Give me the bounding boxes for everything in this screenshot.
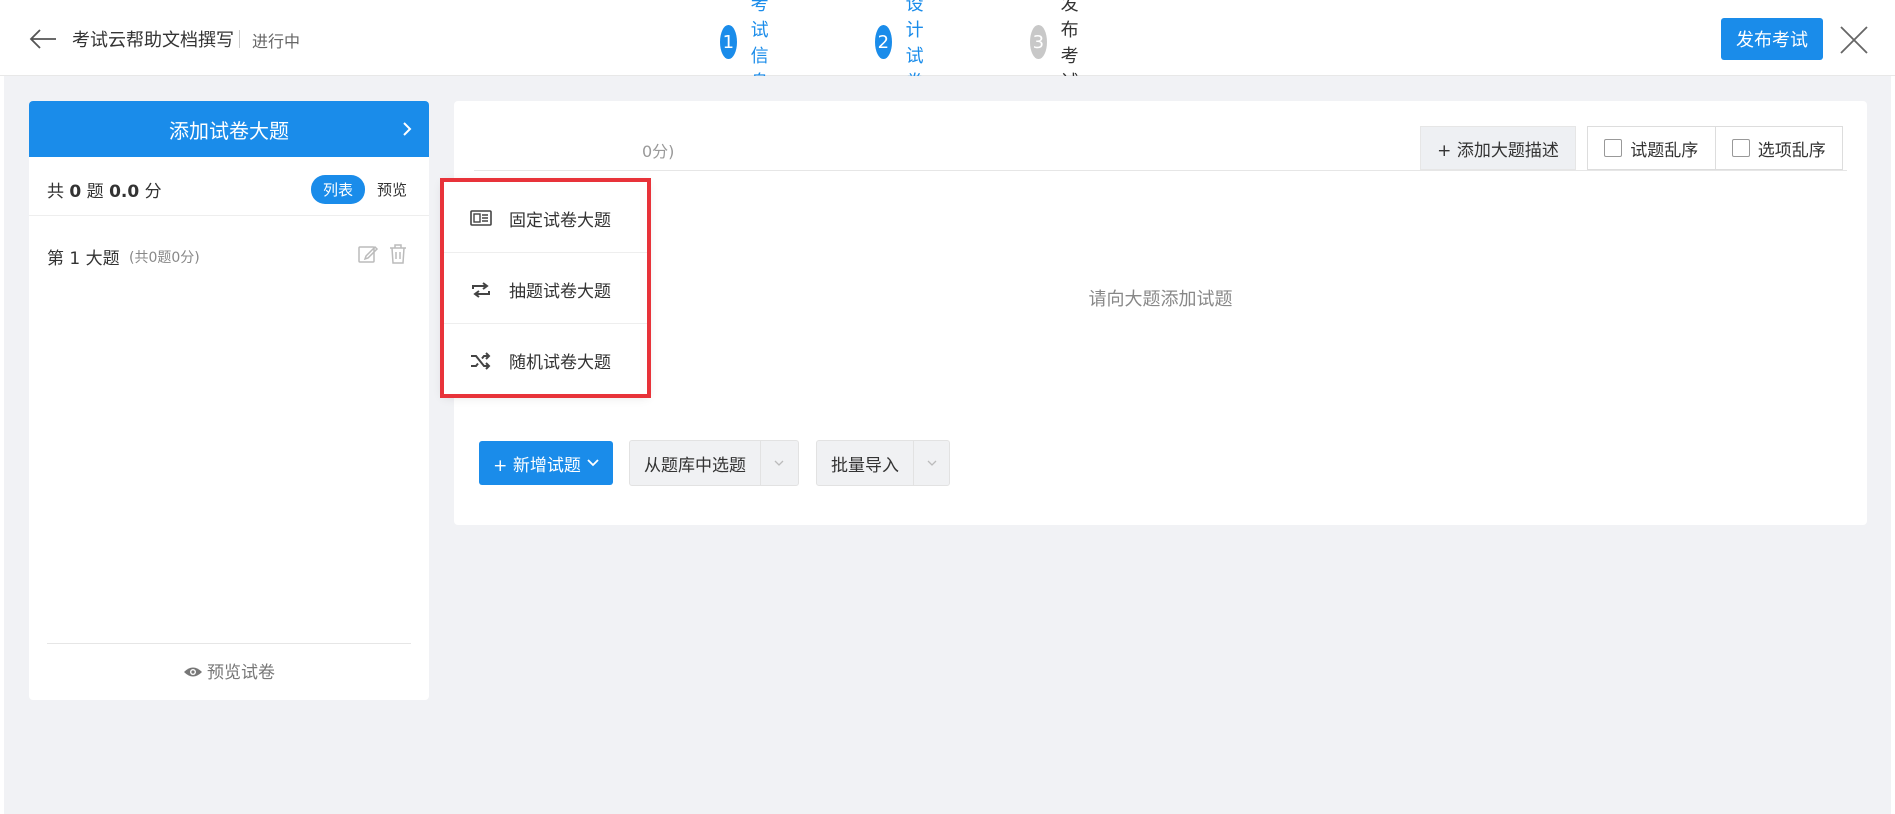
close-icon[interactable] bbox=[1838, 24, 1870, 56]
menu-item-fixed-section[interactable]: 固定试卷大题 bbox=[443, 181, 648, 255]
shuffle-questions-checkbox[interactable]: 试题乱序 bbox=[1588, 127, 1715, 169]
step-number: 2 bbox=[875, 25, 892, 59]
chevron-down-icon[interactable] bbox=[913, 441, 949, 485]
section-name: 第 1 大题 bbox=[47, 249, 120, 269]
select-from-bank-label: 从题库中选题 bbox=[644, 455, 746, 476]
section-list-panel: 添加试卷大题 共 0 题 0.0 分 列表 预览 第 1 大题 (共0题0分) bbox=[29, 101, 429, 700]
preview-paper-link[interactable]: 预览试卷 bbox=[29, 658, 429, 683]
add-section-dropdown-menu: 固定试卷大题 抽题试卷大题 随机试卷大题 bbox=[443, 181, 648, 395]
eye-icon bbox=[184, 667, 202, 677]
checkbox-icon bbox=[1604, 139, 1623, 157]
question-count: 0 bbox=[69, 182, 82, 202]
step-exam-info[interactable]: 1 考试信息 bbox=[720, 0, 786, 93]
select-from-bank-button[interactable]: 从题库中选题 bbox=[629, 440, 799, 486]
section-meta: (共0题0分) bbox=[129, 250, 200, 266]
divider bbox=[474, 170, 1847, 171]
exam-status: 进行中 bbox=[252, 32, 301, 51]
add-question-label: + 新增试题 bbox=[493, 455, 581, 476]
summary-mid: 题 bbox=[86, 182, 104, 202]
section-detail-panel: 0分) + 添加大题描述 试题乱序 选项乱序 请向大题添加试题 + 新增试题 从… bbox=[454, 101, 1867, 525]
exam-title: 考试云帮助文档撰写 bbox=[72, 30, 234, 51]
section-score-fragment: 0分) bbox=[642, 142, 675, 161]
shuffle-icon bbox=[471, 351, 491, 370]
top-header: 考试云帮助文档撰写 进行中 1 考试信息 2 设计试卷 3 发布考试 发布考试 bbox=[0, 0, 1895, 93]
chevron-down-icon bbox=[587, 459, 599, 467]
chevron-right-icon bbox=[403, 122, 412, 136]
add-question-button[interactable]: + 新增试题 bbox=[479, 441, 613, 485]
edit-icon[interactable] bbox=[356, 242, 380, 266]
total-score: 0.0 bbox=[109, 182, 140, 202]
title-divider bbox=[239, 30, 240, 48]
batch-import-label: 批量导入 bbox=[831, 455, 899, 476]
shuffle-options-checkbox[interactable]: 选项乱序 bbox=[1714, 127, 1843, 169]
summary-prefix: 共 bbox=[47, 182, 64, 202]
step-design-paper[interactable]: 2 设计试卷 bbox=[875, 0, 941, 93]
repeat-icon bbox=[472, 281, 490, 298]
back-arrow-icon[interactable] bbox=[28, 24, 58, 54]
add-section-label: 添加试卷大题 bbox=[169, 118, 289, 143]
paper-summary: 共 0 题 0.0 分 bbox=[47, 177, 162, 202]
step-publish-exam[interactable]: 3 发布考试 bbox=[1030, 0, 1096, 93]
newspaper-icon bbox=[470, 210, 492, 226]
shuffle-questions-label: 试题乱序 bbox=[1630, 140, 1699, 161]
trash-icon[interactable] bbox=[386, 242, 410, 266]
add-section-description-button[interactable]: + 添加大题描述 bbox=[1420, 126, 1576, 170]
menu-item-label: 随机试卷大题 bbox=[509, 353, 611, 373]
step-number: 1 bbox=[720, 25, 737, 59]
main-area: 添加试卷大题 共 0 题 0.0 分 列表 预览 第 1 大题 (共0题0分) bbox=[4, 76, 1891, 814]
section-list-item[interactable]: 第 1 大题 (共0题0分) bbox=[47, 242, 411, 270]
view-list-toggle[interactable]: 列表 bbox=[311, 174, 366, 204]
menu-item-draw-section[interactable]: 抽题试卷大题 bbox=[443, 252, 648, 326]
menu-item-random-section[interactable]: 随机试卷大题 bbox=[443, 323, 648, 397]
preview-paper-label: 预览试卷 bbox=[207, 663, 275, 683]
step-number: 3 bbox=[1030, 25, 1047, 59]
divider bbox=[47, 643, 411, 644]
shuffle-options-group: 试题乱序 选项乱序 bbox=[1587, 126, 1843, 170]
add-paper-section-button[interactable]: 添加试卷大题 bbox=[29, 101, 429, 157]
shuffle-options-label: 选项乱序 bbox=[1757, 140, 1826, 161]
checkbox-icon bbox=[1731, 139, 1750, 157]
view-toggle: 列表 预览 bbox=[311, 174, 407, 204]
summary-suffix: 分 bbox=[144, 182, 162, 202]
view-preview-toggle[interactable]: 预览 bbox=[377, 179, 407, 200]
batch-import-button[interactable]: 批量导入 bbox=[816, 440, 950, 486]
divider bbox=[29, 215, 429, 216]
chevron-down-icon[interactable] bbox=[760, 441, 796, 485]
publish-exam-button[interactable]: 发布考试 bbox=[1721, 18, 1823, 60]
menu-item-label: 固定试卷大题 bbox=[509, 210, 611, 231]
menu-item-label: 抽题试卷大题 bbox=[509, 282, 611, 302]
empty-state-hint: 请向大题添加试题 bbox=[1088, 289, 1233, 310]
